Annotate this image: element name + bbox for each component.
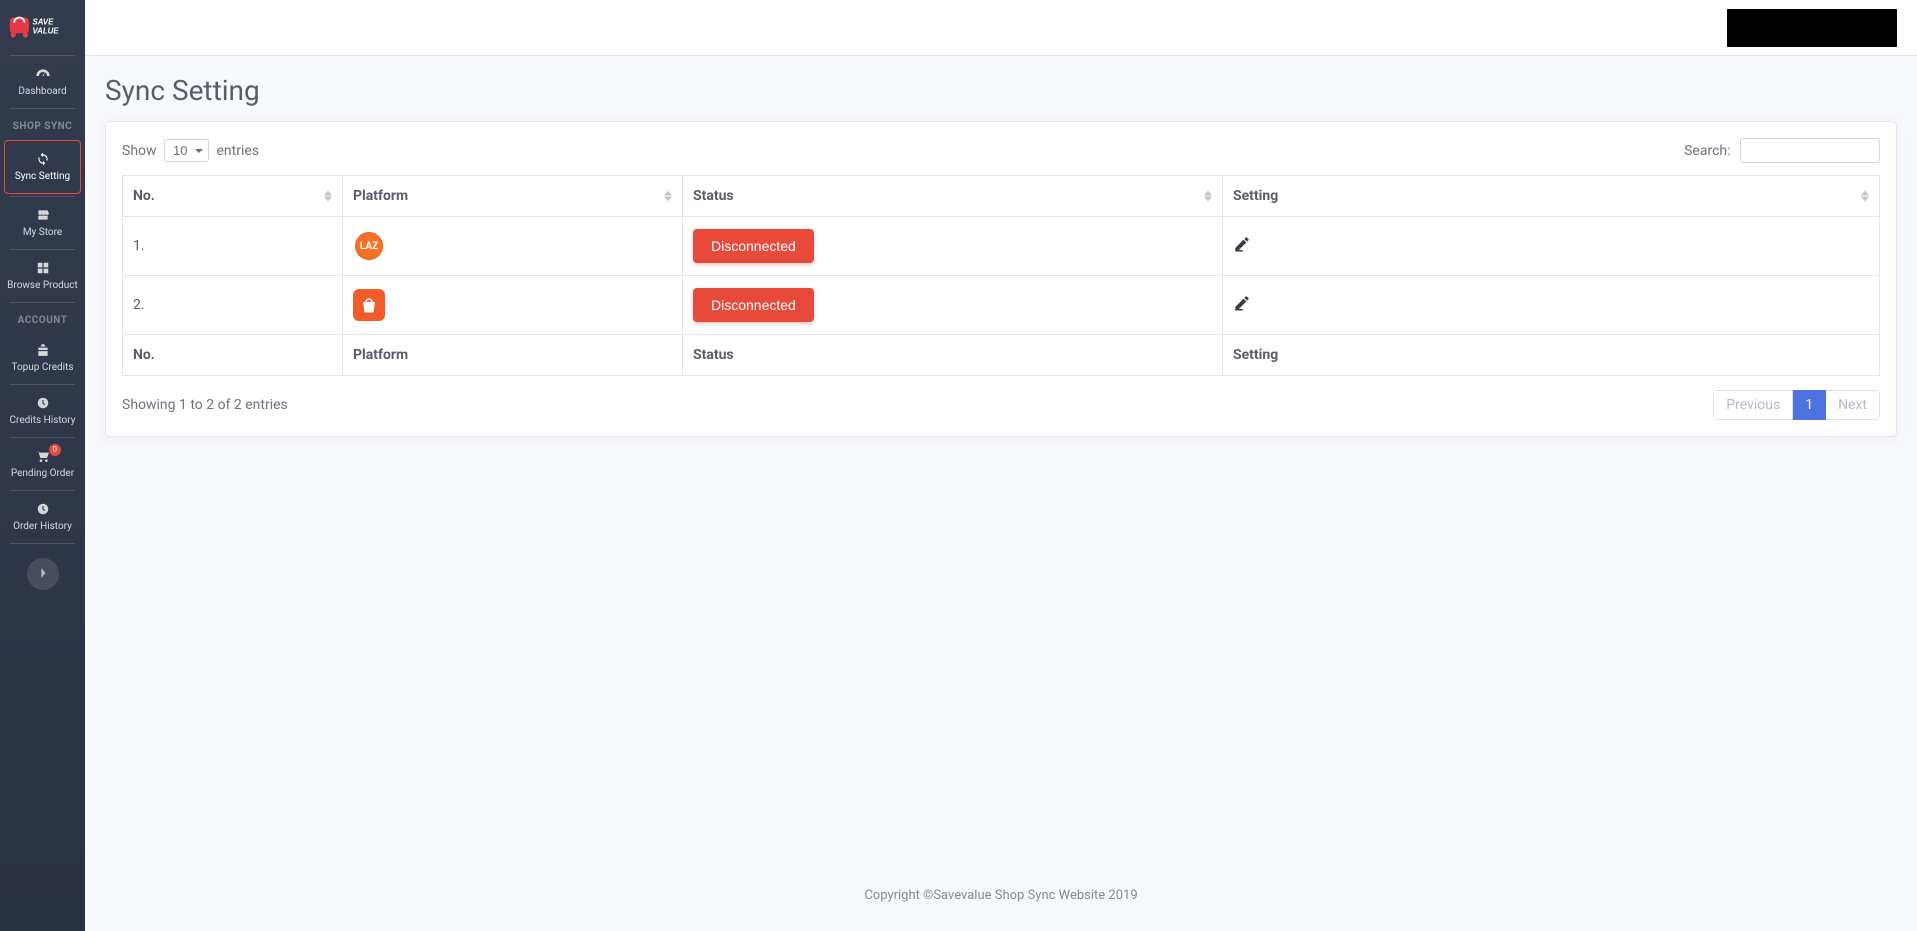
chevron-right-icon bbox=[39, 568, 47, 581]
col-header-label: Setting bbox=[1233, 188, 1278, 204]
sync-setting-card: Show 10 entries Search: bbox=[105, 121, 1897, 437]
cell-status: Disconnected bbox=[683, 276, 1223, 335]
sidebar-item-topup-credits[interactable]: Topup Credits bbox=[0, 332, 85, 384]
sidebar-item-label: Pending Order bbox=[11, 468, 74, 480]
edit-setting-button[interactable] bbox=[1233, 294, 1251, 312]
length-suffix: entries bbox=[217, 143, 260, 159]
topbar-user-area[interactable] bbox=[1727, 9, 1897, 47]
table-row: 1. LAZ Disconnected bbox=[123, 217, 1880, 276]
length-prefix: Show bbox=[122, 143, 157, 159]
datatable-length: Show 10 entries bbox=[122, 139, 259, 162]
sidebar-heading-account: ACCOUNT bbox=[0, 303, 85, 332]
clock-icon bbox=[36, 395, 50, 411]
pagination-page-1[interactable]: 1 bbox=[1793, 390, 1826, 420]
sidebar-item-label: Credits History bbox=[10, 415, 76, 427]
sort-icon bbox=[324, 191, 332, 202]
sync-icon bbox=[36, 151, 50, 167]
pending-order-badge: 0 bbox=[49, 444, 62, 456]
svg-text:SAVE: SAVE bbox=[32, 17, 54, 26]
edit-icon bbox=[1233, 294, 1251, 312]
pagination: Previous 1 Next bbox=[1713, 390, 1880, 420]
sidebar: SAVE VALUE Dashboard SHOP SYNC Sync Sett… bbox=[0, 0, 85, 931]
col-footer-platform: Platform bbox=[343, 335, 683, 376]
cell-setting bbox=[1223, 217, 1880, 276]
datatable-info: Showing 1 to 2 of 2 entries bbox=[122, 397, 288, 413]
status-badge-disconnected[interactable]: Disconnected bbox=[693, 229, 814, 263]
col-header-status[interactable]: Status bbox=[683, 176, 1223, 217]
footer: Copyright ©Savevalue Shop Sync Website 2… bbox=[85, 866, 1917, 931]
col-footer-setting: Setting bbox=[1223, 335, 1880, 376]
status-badge-disconnected[interactable]: Disconnected bbox=[693, 288, 814, 322]
datatable-controls: Show 10 entries Search: bbox=[122, 138, 1880, 163]
cell-no: 1. bbox=[123, 217, 343, 276]
main-content: Sync Setting Show 10 entries Search: bbox=[85, 0, 1917, 931]
sidebar-item-label: Sync Setting bbox=[15, 171, 70, 183]
sort-icon bbox=[1204, 191, 1212, 202]
sidebar-item-label: Dashboard bbox=[18, 86, 66, 98]
page-content: Sync Setting Show 10 entries Search: bbox=[85, 56, 1917, 866]
sync-table: No. Platform Status Setting bbox=[122, 175, 1880, 376]
col-header-label: Status bbox=[693, 188, 734, 204]
col-header-label: No. bbox=[133, 188, 155, 204]
sort-icon bbox=[664, 191, 672, 202]
svg-text:VALUE: VALUE bbox=[32, 26, 59, 35]
col-header-label: Platform bbox=[353, 188, 408, 204]
col-header-setting[interactable]: Setting bbox=[1223, 176, 1880, 217]
datatable-bottom: Showing 1 to 2 of 2 entries Previous 1 N… bbox=[122, 390, 1880, 420]
col-header-no[interactable]: No. bbox=[123, 176, 343, 217]
pagination-previous[interactable]: Previous bbox=[1713, 390, 1793, 420]
brand-logo[interactable]: SAVE VALUE bbox=[0, 0, 85, 55]
cell-status: Disconnected bbox=[683, 217, 1223, 276]
cell-platform bbox=[343, 276, 683, 335]
table-row: 2. Disconnected bbox=[123, 276, 1880, 335]
footer-text: Copyright ©Savevalue Shop Sync Website 2… bbox=[864, 888, 1137, 903]
sidebar-item-pending-order[interactable]: 0 Pending Order bbox=[0, 438, 85, 490]
save-value-logo-icon: SAVE VALUE bbox=[8, 10, 78, 46]
sort-icon bbox=[1861, 191, 1869, 202]
sidebar-item-label: Topup Credits bbox=[11, 362, 73, 374]
sidebar-item-label: Order History bbox=[13, 521, 72, 533]
sidebar-heading-shop-sync: SHOP SYNC bbox=[0, 109, 85, 138]
sidebar-item-label: My Store bbox=[23, 227, 62, 239]
sidebar-item-order-history[interactable]: Order History bbox=[0, 491, 85, 543]
search-input[interactable] bbox=[1740, 138, 1880, 163]
sidebar-item-label: Browse Product bbox=[7, 280, 78, 292]
sidebar-item-credits-history[interactable]: Credits History bbox=[0, 385, 85, 437]
sidebar-collapse-button[interactable] bbox=[27, 558, 59, 590]
dashboard-icon bbox=[35, 66, 51, 82]
col-footer-status: Status bbox=[683, 335, 1223, 376]
sidebar-item-browse-product[interactable]: Browse Product bbox=[0, 250, 85, 302]
shopee-icon bbox=[353, 289, 385, 321]
grid-icon bbox=[36, 260, 50, 276]
cell-no: 2. bbox=[123, 276, 343, 335]
page-title: Sync Setting bbox=[105, 74, 1897, 107]
sidebar-item-sync-setting[interactable]: Sync Setting bbox=[4, 140, 81, 194]
credits-icon bbox=[36, 342, 50, 358]
col-footer-no: No. bbox=[123, 335, 343, 376]
store-icon bbox=[36, 207, 50, 223]
col-header-platform[interactable]: Platform bbox=[343, 176, 683, 217]
sidebar-item-dashboard[interactable]: Dashboard bbox=[0, 56, 85, 108]
datatable-search: Search: bbox=[1684, 138, 1880, 163]
sidebar-item-my-store[interactable]: My Store bbox=[0, 197, 85, 249]
edit-setting-button[interactable] bbox=[1233, 235, 1251, 253]
cell-platform: LAZ bbox=[343, 217, 683, 276]
pagination-next[interactable]: Next bbox=[1826, 390, 1880, 420]
edit-icon bbox=[1233, 235, 1251, 253]
lazada-icon: LAZ bbox=[353, 230, 385, 262]
topbar bbox=[85, 0, 1917, 56]
length-select[interactable]: 10 bbox=[164, 139, 209, 162]
search-label: Search: bbox=[1684, 143, 1730, 159]
platform-icon-text: LAZ bbox=[360, 241, 378, 252]
cell-setting bbox=[1223, 276, 1880, 335]
clock-icon bbox=[36, 501, 50, 517]
